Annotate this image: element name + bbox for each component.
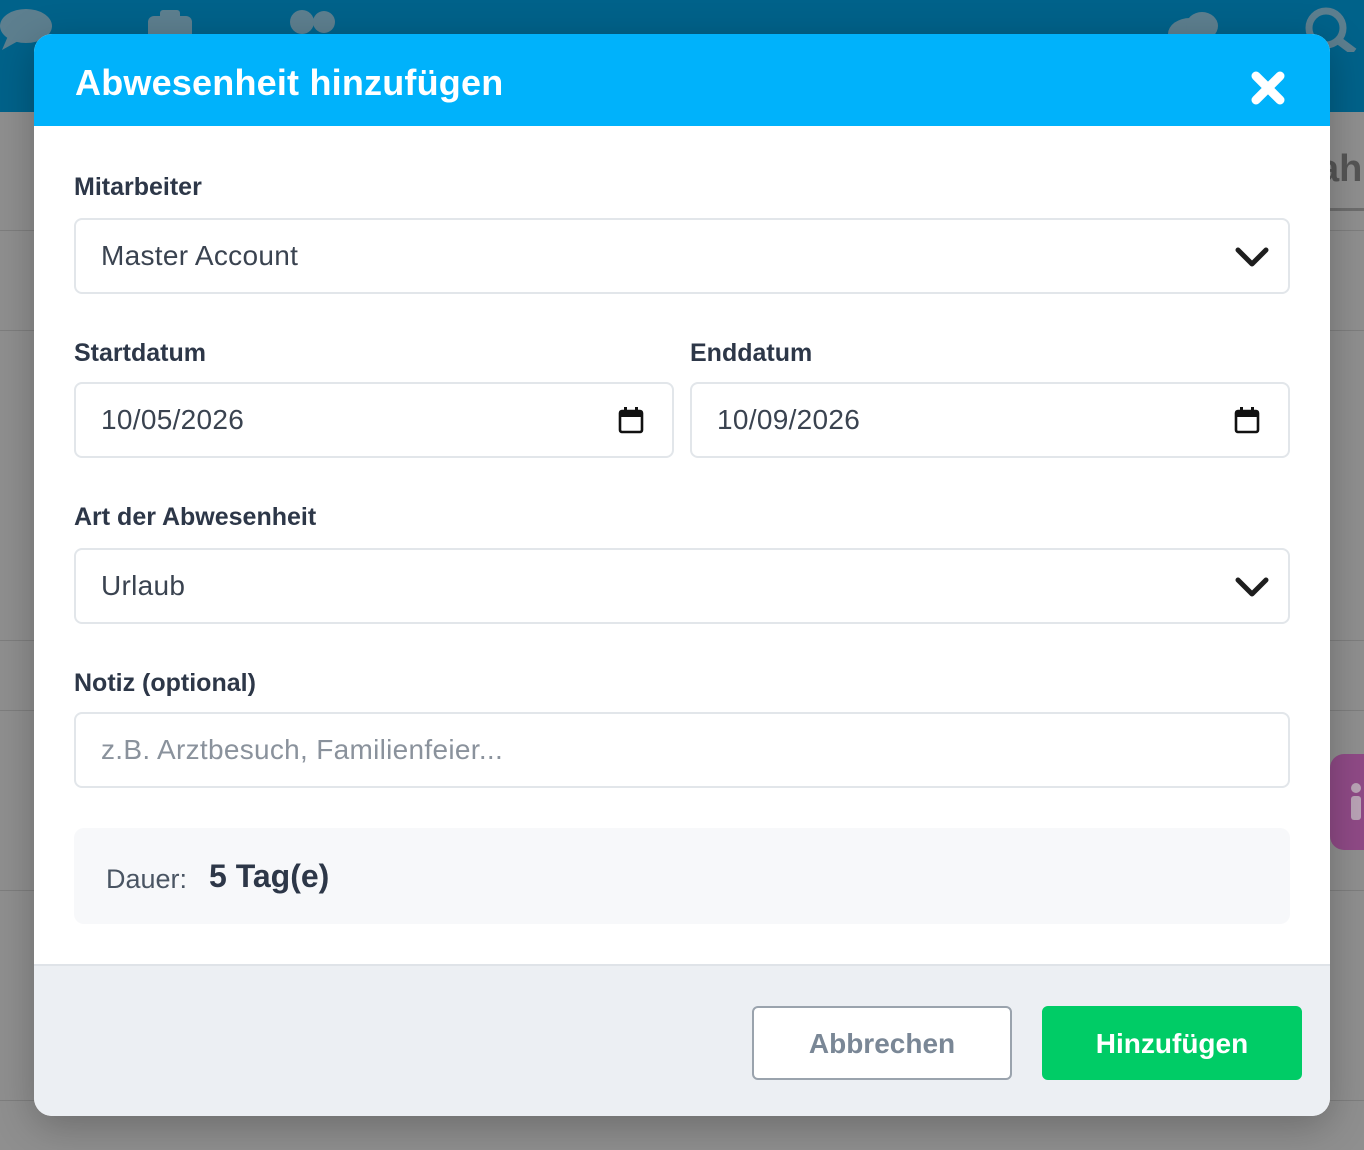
duration-summary: Dauer: 5 Tag(e)	[74, 828, 1290, 924]
person-icon	[1351, 783, 1361, 820]
note-input[interactable]: z.B. Arztbesuch, Familienfeier...	[74, 712, 1290, 788]
employee-select[interactable]: Master Account	[74, 218, 1290, 294]
calendar-icon[interactable]	[618, 406, 644, 434]
absence-type-value: Urlaub	[101, 570, 186, 601]
close-icon[interactable]	[1246, 66, 1290, 110]
start-date-value: 10/05/2026	[101, 404, 245, 435]
add-button[interactable]: Hinzufügen	[1042, 1006, 1302, 1080]
employee-select-value: Master Account	[101, 240, 299, 271]
note-label: Notiz (optional)	[74, 669, 256, 697]
employee-label: Mitarbeiter	[74, 173, 202, 201]
start-date-label: Startdatum	[74, 339, 206, 367]
dialog-footer: Abbrechen Hinzufügen	[34, 964, 1330, 1116]
end-date-value: 10/09/2026	[717, 404, 861, 435]
start-date-input[interactable]: 10/05/2026	[74, 382, 674, 458]
note-placeholder: z.B. Arztbesuch, Familienfeier...	[101, 734, 504, 765]
absence-type-select[interactable]: Urlaub	[74, 548, 1290, 624]
chevron-down-icon	[1235, 577, 1269, 597]
end-date-input[interactable]: 10/09/2026	[690, 382, 1290, 458]
absence-type-label: Art der Abwesenheit	[74, 503, 317, 531]
duration-label: Dauer:	[106, 864, 188, 894]
calendar-icon[interactable]	[1234, 406, 1260, 434]
duration-value: 5 Tag(e)	[209, 858, 330, 894]
add-absence-dialog: Abwesenheit hinzufügen Mitarbeiter Maste…	[34, 34, 1330, 1116]
dialog-header: Abwesenheit hinzufügen	[34, 34, 1330, 126]
chevron-down-icon	[1235, 247, 1269, 267]
dialog-title: Abwesenheit hinzufügen	[75, 62, 504, 103]
cancel-button[interactable]: Abbrechen	[752, 1006, 1012, 1080]
bg-tab-underline	[1330, 208, 1364, 211]
end-date-label: Enddatum	[690, 339, 813, 367]
